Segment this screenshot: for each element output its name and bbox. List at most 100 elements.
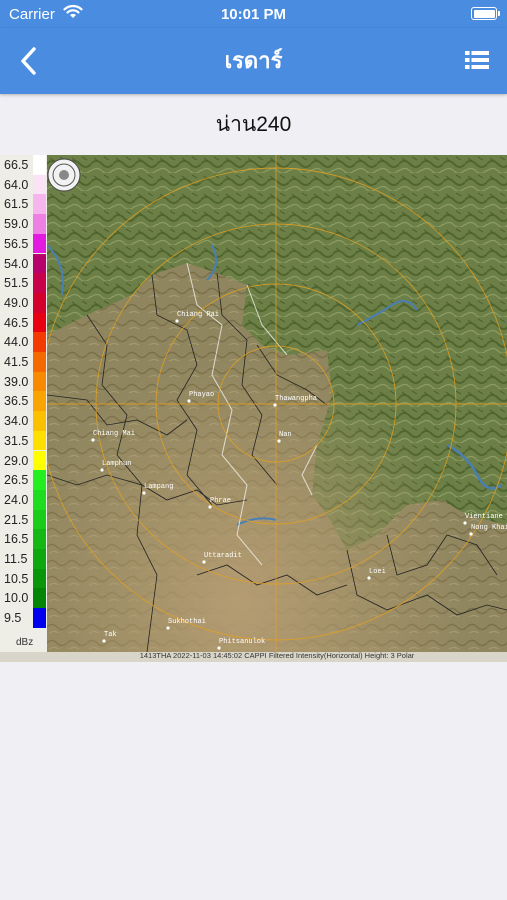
legend-color-swatch [33, 214, 46, 234]
city-label: Chiang Mai [93, 430, 135, 438]
legend-row: 61.5 [0, 194, 47, 215]
legend-level-label: 59.0 [4, 217, 29, 232]
legend-level-label: 49.0 [4, 295, 29, 310]
city-dot [208, 505, 212, 509]
legend-color-swatch [33, 155, 46, 175]
city-dot [166, 626, 170, 630]
city-dot [469, 532, 473, 536]
city-label: Loei [369, 568, 386, 576]
legend-level-label: 10.5 [4, 571, 29, 586]
legend-row: 24.0 [0, 489, 47, 510]
legend-row: 11.5 [0, 549, 47, 569]
legend-row: 49.0 [0, 292, 47, 313]
legend-row: 39.0 [0, 371, 47, 392]
legend-color-swatch [33, 549, 46, 569]
legend-level-label: 34.0 [4, 414, 29, 429]
battery-icon [471, 7, 500, 20]
legend-color-swatch [33, 233, 46, 254]
legend-row: 10.5 [0, 568, 47, 589]
legend-level-label: 36.5 [4, 394, 29, 409]
legend-level-label: 39.0 [4, 374, 29, 389]
legend-level-label: 29.0 [4, 453, 29, 468]
city-label: Nong Khai [471, 524, 507, 532]
city-label: Tak [104, 631, 117, 639]
tmd-logo-icon [47, 158, 81, 192]
legend-level-label: 9.5 [4, 611, 22, 626]
legend-row: 66.5 [0, 155, 47, 175]
legend-color-swatch [33, 273, 46, 293]
legend-level-label: 26.5 [4, 473, 29, 488]
page-title: เรดาร์ [224, 48, 283, 73]
radar-image[interactable]: dBz 66.5 64.0 61.5 59.0 56.5 54.0 51.5 49.0 46.5… [0, 155, 507, 662]
legend-color-swatch [33, 411, 46, 431]
legend-row: 26.5 [0, 470, 47, 490]
city-dot [187, 399, 191, 403]
legend-level-label: 31.5 [4, 433, 29, 448]
legend-row: 41.5 [0, 352, 47, 372]
legend-color-swatch [33, 194, 46, 215]
city-label: Phrae [210, 497, 231, 505]
list-icon [465, 51, 489, 69]
city-dot [202, 560, 206, 564]
city-dot [277, 439, 281, 443]
legend-color-swatch [33, 292, 46, 313]
city-dot [217, 646, 221, 650]
city-label: Vientiane [465, 513, 503, 521]
city-label: Uttaradit [204, 552, 242, 560]
legend-level-label: 10.0 [4, 591, 29, 606]
legend-row: 44.0 [0, 332, 47, 352]
legend-row: 46.5 [0, 312, 47, 333]
legend-color-swatch [33, 352, 46, 372]
city-dot [91, 438, 95, 442]
legend-row: 54.0 [0, 253, 47, 274]
legend-level-label: 44.0 [4, 335, 29, 350]
city-label: Chiang Rai [177, 311, 219, 319]
legend-level-label: 64.0 [4, 177, 29, 192]
legend-color-swatch [33, 509, 46, 530]
legend-row: 64.0 [0, 174, 47, 195]
legend-color-swatch [33, 588, 46, 609]
city-label: Sukhothai [168, 618, 206, 626]
nav-bar: เรดาร์ [0, 28, 507, 94]
legend-color-swatch [33, 470, 46, 490]
legend-row: 31.5 [0, 430, 47, 451]
city-dot [100, 468, 104, 472]
legend-color-swatch [33, 253, 46, 274]
city-label: Phitsanulok [219, 638, 265, 646]
city-dot [175, 319, 179, 323]
city-label: Lamphun [102, 460, 131, 468]
legend-level-label: 66.5 [4, 158, 29, 172]
legend-row: 34.0 [0, 411, 47, 431]
city-dot [142, 491, 146, 495]
legend-level-label: 46.5 [4, 315, 29, 330]
legend-color-swatch [33, 608, 46, 628]
city-label: Lampang [144, 483, 173, 491]
legend-row: 21.5 [0, 509, 47, 530]
legend-color-swatch [33, 489, 46, 510]
legend-unit: dBz [16, 637, 34, 648]
legend-row: 29.0 [0, 450, 47, 471]
city-label: Phayao [189, 391, 214, 399]
list-menu-button[interactable] [465, 50, 489, 70]
legend-level-label: 61.5 [4, 197, 29, 212]
legend-color-swatch [33, 568, 46, 589]
city-dot [102, 639, 106, 643]
status-bar: Carrier 10:01 PM [0, 0, 507, 28]
legend-row: 9.5 [0, 608, 47, 628]
city-dot [463, 521, 467, 525]
dbz-legend: dBz 66.5 64.0 61.5 59.0 56.5 54.0 51.5 49.0 46.5… [0, 155, 47, 652]
city-dot [273, 403, 277, 407]
radar-station-title: น่าน240 [215, 113, 292, 136]
legend-row: 56.5 [0, 233, 47, 254]
legend-level-label: 21.5 [4, 512, 29, 527]
legend-level-label: 51.5 [4, 276, 29, 291]
radar-map: Chiang Rai Phayao Chiang Mai Lamphun Lampang… [47, 155, 507, 652]
legend-row: 10.0 [0, 588, 47, 609]
legend-color-swatch [33, 312, 46, 333]
legend-level-label: 11.5 [4, 552, 28, 566]
status-time: 10:01 PM [220, 6, 287, 23]
legend-level-label: 24.0 [4, 492, 29, 507]
legend-color-swatch [33, 529, 46, 549]
radar-caption: 1413THA 2022-11-03 14:45:02 CAPPI Filter… [139, 651, 415, 660]
city-dot [367, 576, 371, 580]
